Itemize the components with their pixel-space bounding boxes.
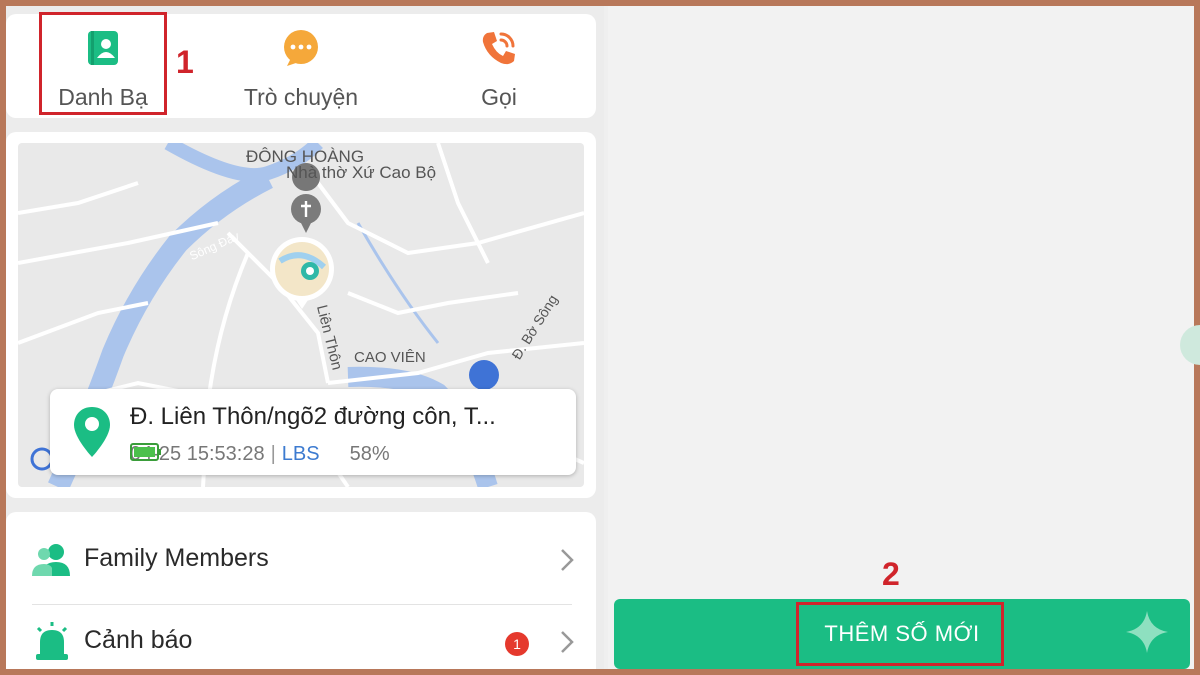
right-panel: 2 THÊM SỐ MỚI xyxy=(608,6,1194,669)
phone-call-icon xyxy=(479,28,519,68)
alert-count-badge: 1 xyxy=(505,632,529,656)
battery-percent: 58% xyxy=(349,443,390,465)
menu-item-label: Cảnh báo xyxy=(84,626,193,654)
step-marker-1: 1 xyxy=(176,44,194,80)
map-label-area-mid: CAO VIÊN xyxy=(354,349,426,366)
location-info-box[interactable]: Đ. Liên Thôn/ngõ2 đường côn, T... 04-25 … xyxy=(50,389,576,475)
location-source: LBS xyxy=(281,443,320,465)
menu-item-family-members[interactable]: Family Members xyxy=(6,520,596,605)
chevron-right-icon xyxy=(560,630,574,659)
meta-separator: | xyxy=(270,443,276,465)
location-address: Đ. Liên Thôn/ngõ2 đường côn, T... xyxy=(130,403,496,430)
highlight-box-add-number xyxy=(796,602,1004,666)
highlight-box-contacts xyxy=(39,12,167,115)
chevron-right-icon xyxy=(560,548,574,577)
menu-item-alerts[interactable]: Cảnh báo 1 xyxy=(6,602,596,669)
map-label-church: Nhà thờ Xứ Cao Bộ xyxy=(286,163,437,182)
family-members-icon xyxy=(32,540,72,580)
location-card: ĐÔNG HOÀNG Nhà thờ Xứ Cao Bộ Sông Đáy Li… xyxy=(6,132,596,498)
alarm-icon xyxy=(32,622,72,662)
app-screen: Danh Bạ Trò chuyện Gọi 1 ĐÔNG HOÀNG Nhà … xyxy=(6,6,1194,669)
nav-call[interactable]: Gọi xyxy=(446,14,552,118)
nav-chat[interactable]: Trò chuyện xyxy=(221,14,381,118)
map-view[interactable]: ĐÔNG HOÀNG Nhà thờ Xứ Cao Bộ Sông Đáy Li… xyxy=(18,143,584,487)
nav-chat-label: Trò chuyện xyxy=(243,84,359,110)
chat-bubble-icon xyxy=(281,28,321,68)
menu-list: Family Members Cảnh báo 1 xyxy=(6,512,596,669)
nav-call-label: Gọi xyxy=(481,84,517,110)
menu-item-label: Family Members xyxy=(84,544,269,572)
sparkle-icon xyxy=(1124,609,1170,658)
location-meta: 04-25 15:53:28 | LBS 58% xyxy=(130,443,390,466)
step-marker-2: 2 xyxy=(882,556,900,592)
left-panel: Danh Bạ Trò chuyện Gọi 1 ĐÔNG HOÀNG Nhà … xyxy=(6,6,604,669)
